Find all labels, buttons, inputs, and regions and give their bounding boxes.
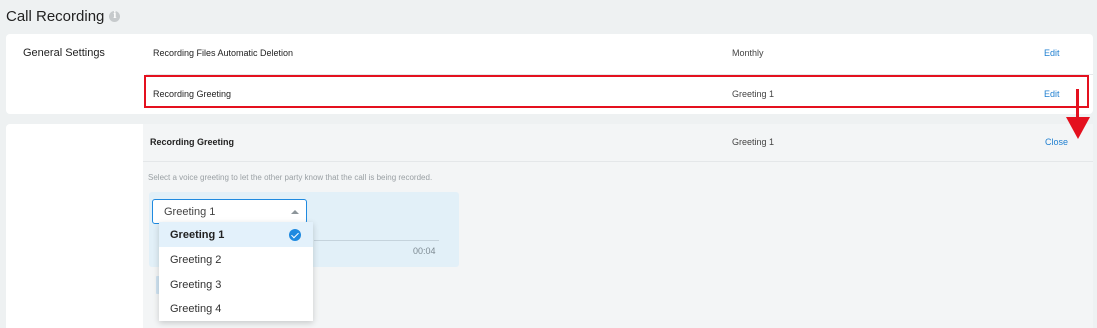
option-label: Greeting 4 (170, 303, 222, 315)
dropdown-option-greeting-1[interactable]: Greeting 1 (159, 222, 313, 247)
page-header: Call Recording i (6, 6, 121, 26)
edit-auto-deletion-button[interactable]: Edit (1044, 48, 1060, 58)
dropdown-option-greeting-2[interactable]: Greeting 2 (159, 247, 313, 272)
greeting-description: Select a voice greeting to let the other… (148, 173, 433, 182)
panel-title: Recording Greeting (150, 137, 235, 147)
row-value: Monthly (732, 48, 764, 58)
page-title: Call Recording (6, 7, 105, 25)
close-button[interactable]: Close (1045, 137, 1068, 147)
settings-row-auto-deletion: Recording Files Automatic Deletion Month… (6, 35, 1093, 75)
annotation-arrow-line (1076, 89, 1079, 119)
playback-progress-bar[interactable] (314, 240, 439, 241)
row-name: Recording Files Automatic Deletion (153, 48, 294, 58)
check-icon (289, 229, 301, 241)
greeting-select[interactable]: Greeting 1 (152, 199, 307, 224)
greeting-select-value: Greeting 1 (164, 206, 216, 218)
option-label: Greeting 3 (170, 279, 222, 291)
annotation-arrow-down-icon (1066, 117, 1090, 139)
caret-up-icon (291, 210, 299, 214)
dropdown-option-greeting-3[interactable]: Greeting 3 (159, 272, 313, 297)
playback-time: 00:04 (413, 246, 436, 256)
greeting-dropdown-menu: Greeting 1 Greeting 2 Greeting 3 Greetin… (159, 222, 313, 321)
panel-divider (143, 161, 1093, 162)
panel-value: Greeting 1 (732, 137, 775, 147)
dropdown-option-greeting-4[interactable]: Greeting 4 (159, 296, 313, 321)
option-label: Greeting 2 (170, 254, 222, 266)
info-icon[interactable]: i (109, 10, 121, 22)
highlight-annotation-box (144, 75, 1089, 108)
option-label: Greeting 1 (170, 229, 225, 241)
